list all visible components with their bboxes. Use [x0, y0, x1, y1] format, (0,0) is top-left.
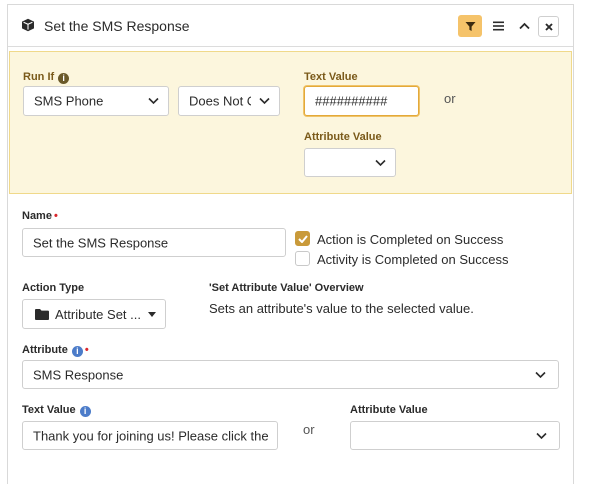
attribute-value-label: Attribute Value — [304, 131, 382, 143]
run-if-field-select[interactable]: SMS Phone — [23, 86, 169, 116]
or-label: or — [444, 91, 456, 106]
attribute-value-select[interactable] — [304, 148, 396, 177]
run-if-label: Run If i — [23, 71, 70, 84]
close-button[interactable] — [538, 16, 559, 37]
run-if-operator-select[interactable]: Does Not C — [178, 86, 280, 116]
required-marker: • — [84, 344, 89, 356]
action-panel: Set the SMS Response Run If i SMS Phone … — [7, 4, 574, 484]
run-if-filter: Run If i SMS Phone Does Not C Text Value … — [9, 51, 572, 194]
activity-completed-label: Activity is Completed on Success — [317, 252, 509, 267]
chevron-down-icon — [536, 432, 547, 439]
info-icon: i — [79, 406, 91, 417]
filter-button[interactable] — [458, 15, 482, 37]
action-type-label: Action Type — [22, 282, 85, 294]
info-icon: i — [58, 73, 70, 84]
required-marker: • — [53, 210, 58, 222]
caret-down-icon — [148, 312, 156, 317]
chevron-down-icon — [259, 97, 270, 105]
name-input[interactable]: Set the SMS Response — [22, 228, 286, 257]
menu-button[interactable] — [486, 15, 510, 37]
chevron-down-icon — [148, 97, 159, 105]
attribute-value-label: Attribute Value — [350, 404, 428, 416]
action-header[interactable]: Set the SMS Response — [8, 5, 573, 47]
or-label: or — [303, 422, 315, 437]
info-icon: i — [71, 346, 83, 357]
attribute-value-select[interactable] — [350, 421, 560, 450]
name-label: Name • — [22, 210, 58, 222]
action-completed-checkbox[interactable] — [295, 231, 310, 246]
attribute-label: Attribute i • — [22, 344, 89, 357]
chevron-down-icon — [375, 159, 386, 166]
check-icon — [298, 235, 308, 243]
overview-text: Sets an attribute's value to the selecte… — [209, 301, 474, 316]
text-value-label: Text Value — [304, 71, 358, 83]
folder-icon — [35, 309, 49, 320]
text-value-input[interactable]: ########## — [304, 86, 419, 116]
action-type-picker[interactable]: Attribute Set ... — [22, 299, 166, 329]
overview-title: 'Set Attribute Value' Overview — [209, 282, 364, 294]
close-icon — [544, 22, 553, 31]
cube-icon — [22, 18, 34, 32]
activity-completed-checkbox[interactable] — [295, 251, 310, 266]
chevron-up-icon — [518, 22, 530, 30]
collapse-button[interactable] — [512, 15, 536, 37]
text-value-input[interactable]: Thank you for joining us! Please click t… — [22, 421, 278, 450]
menu-icon — [492, 21, 504, 31]
chevron-down-icon — [535, 371, 546, 378]
text-value-label: Text Value i — [22, 404, 91, 417]
attribute-select[interactable]: SMS Response — [22, 360, 559, 389]
filter-icon — [465, 21, 475, 31]
action-completed-label: Action is Completed on Success — [317, 232, 504, 247]
action-title: Set the SMS Response — [44, 18, 190, 34]
